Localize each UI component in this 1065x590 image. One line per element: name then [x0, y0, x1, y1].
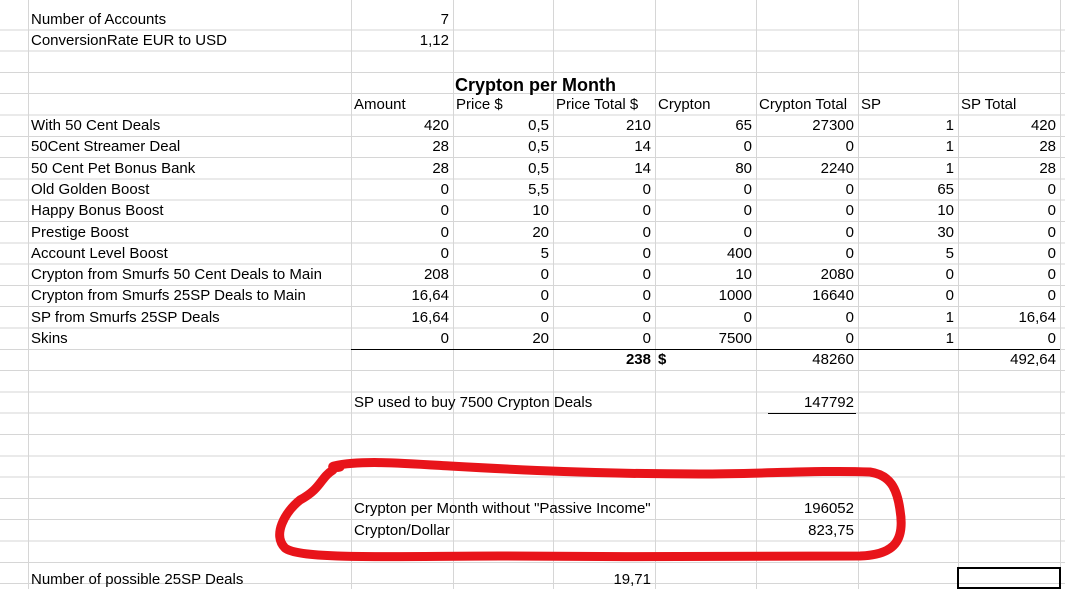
- red-circle-annotation: [275, 458, 906, 562]
- selected-cell[interactable]: [957, 567, 1061, 589]
- red-hand-drawn-circle: [275, 458, 906, 562]
